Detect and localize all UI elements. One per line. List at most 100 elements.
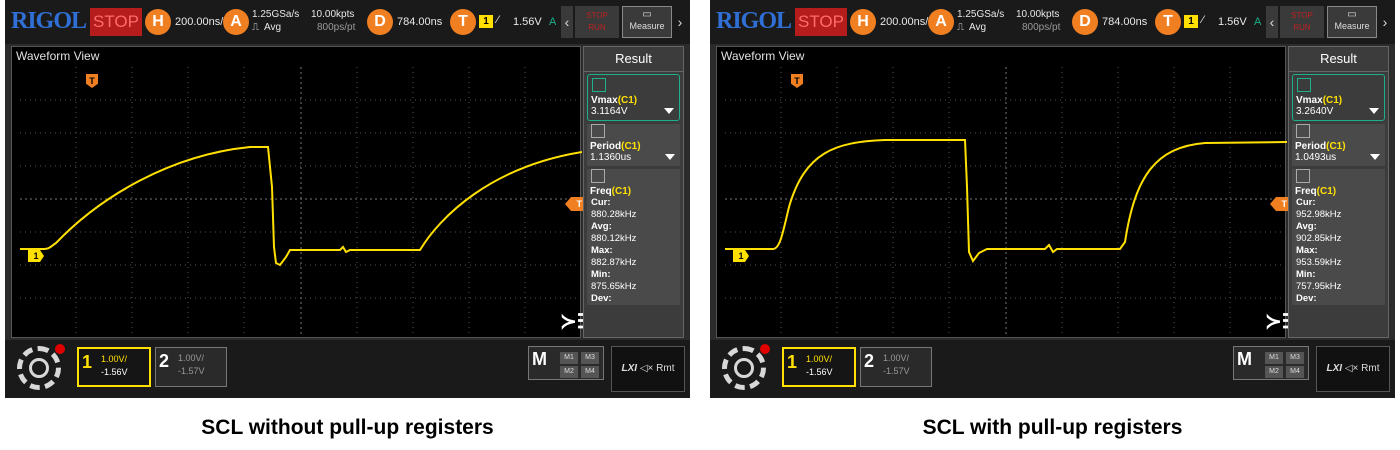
chevron-down-icon[interactable]	[1369, 108, 1379, 114]
timebase-value[interactable]: 200.00ns/	[175, 16, 223, 28]
math-m3[interactable]: M3	[581, 352, 599, 364]
measurement-period[interactable]: Period(C1) 1.1360us	[587, 124, 680, 166]
math-m2[interactable]: M2	[1265, 366, 1283, 378]
math-m3[interactable]: M3	[1286, 352, 1304, 364]
trigger-level[interactable]: 1.56V	[513, 16, 542, 28]
freq-dev-label: Dev:	[591, 293, 612, 304]
bottom-channel-bar: 1 1.00V/ -1.56V 2 1.00V/ -1.57V M M1 M3 …	[710, 340, 1395, 398]
trigger-mode: A	[549, 16, 557, 28]
run-status-badge[interactable]: STOP	[90, 8, 142, 36]
run-status-badge[interactable]: STOP	[795, 8, 847, 36]
math-m1[interactable]: M1	[560, 352, 578, 364]
lxi-status-button[interactable]: LXI ◁× Rmt	[1316, 346, 1390, 392]
trigger-icon[interactable]: T	[1155, 9, 1181, 35]
run-stop-button[interactable]: STOP RUN	[1280, 6, 1324, 38]
remote-label: Rmt	[656, 363, 675, 374]
freq-cur-label: Cur:	[1296, 197, 1316, 208]
lxi-status-button[interactable]: LXI ◁× Rmt	[611, 346, 685, 392]
math-m2[interactable]: M2	[560, 366, 578, 378]
chevron-right-icon[interactable]: ›	[674, 6, 686, 38]
delay-icon[interactable]: D	[1072, 9, 1098, 35]
chevron-left-icon[interactable]: ‹	[561, 6, 573, 38]
chevron-down-icon[interactable]	[1370, 154, 1380, 160]
mute-indicator: ×	[1352, 363, 1359, 374]
caption-left: SCL without pull-up registers	[201, 416, 494, 439]
math-m4[interactable]: M4	[1286, 366, 1304, 378]
math-m1[interactable]: M1	[1265, 352, 1283, 364]
freq-max-value: 882.87kHz	[591, 257, 637, 268]
waveform-plot	[20, 67, 582, 337]
ch1-offset: -1.56V	[101, 367, 128, 377]
channel-2-button[interactable]: 2 1.00V/ -1.57V	[860, 347, 932, 387]
freq-dev-label: Dev:	[1296, 293, 1317, 304]
freq-avg-label: Avg:	[1296, 221, 1317, 232]
channel-1-button[interactable]: 1 1.00V/ -1.56V	[782, 347, 856, 387]
result-panel: Result Vmax(C1) 3.1164V Period(C1) 1.136…	[583, 46, 684, 338]
channel-1-button[interactable]: 1 1.00V/ -1.56V	[77, 347, 151, 387]
math-button[interactable]: M M1 M3 M2 M4	[1233, 346, 1309, 380]
math-button[interactable]: M M1 M3 M2 M4	[528, 346, 604, 380]
trigger-source-badge: 1	[1184, 15, 1198, 28]
freq-min-value: 757.95kHz	[1296, 281, 1342, 292]
chevron-down-icon[interactable]	[665, 154, 675, 160]
ch1-scale: 1.00V/	[101, 354, 128, 364]
ch2-number: 2	[864, 351, 875, 371]
speaker-icon: ◁	[639, 363, 648, 374]
freq-avg-label: Avg:	[591, 221, 612, 232]
delay-value[interactable]: 784.00ns	[1102, 16, 1147, 28]
freq-max-label: Max:	[1296, 245, 1318, 256]
channel-2-button[interactable]: 2 1.00V/ -1.57V	[155, 347, 227, 387]
trigger-level[interactable]: 1.56V	[1218, 16, 1247, 28]
sample-rate: 1.25GSa/s	[957, 9, 1005, 20]
ch1-offset: -1.56V	[806, 367, 833, 377]
oscilloscope-screen-right: RIGOL STOP H 200.00ns/ A 1.25GSa/s ⎍ Avg…	[710, 0, 1395, 398]
delay-value[interactable]: 784.00ns	[397, 16, 442, 28]
trigger-source-badge: 1	[479, 15, 493, 28]
waveform-view[interactable]: Waveform View T 1 T ≻☰	[716, 46, 1300, 338]
math-m4[interactable]: M4	[581, 366, 599, 378]
math-label: M	[1237, 349, 1252, 369]
measurement-freq[interactable]: Freq(C1) Cur: 952.98kHz Avg: 902.85kHz M…	[1292, 169, 1385, 305]
chevron-down-icon[interactable]	[664, 108, 674, 114]
measurement-period[interactable]: Period(C1) 1.0493us	[1292, 124, 1385, 166]
ruler-icon: ▭	[642, 9, 652, 20]
freq-avg-value: 902.85kHz	[1296, 233, 1342, 244]
measurement-freq[interactable]: Freq(C1) Cur: 880.28kHz Avg: 880.12kHz M…	[587, 169, 680, 305]
trigger-icon[interactable]: T	[450, 9, 476, 35]
freq-source: (C1)	[1316, 186, 1337, 197]
points-rate: 800ps/pt	[1022, 22, 1061, 33]
freq-cur-value: 880.28kHz	[591, 209, 637, 220]
vmax-label: Vmax	[1296, 95, 1323, 106]
measurement-vmax[interactable]: Vmax(C1) 3.1164V	[587, 74, 680, 121]
math-label: M	[532, 349, 547, 369]
timebase-value[interactable]: 200.00ns/	[880, 16, 928, 28]
freq-label: Freq	[590, 186, 612, 197]
lxi-logo: LXI	[621, 363, 638, 374]
vmax-source: (C1)	[1322, 95, 1343, 106]
vmax-label: Vmax	[591, 95, 618, 106]
acquire-icon[interactable]: A	[223, 9, 249, 35]
ch1-number: 1	[82, 352, 93, 372]
measurement-vmax[interactable]: Vmax(C1) 3.2640V	[1292, 74, 1385, 121]
horizontal-icon[interactable]: H	[850, 9, 876, 35]
waveform-view-title: Waveform View	[721, 49, 805, 63]
measure-button[interactable]: ▭ Measure	[622, 6, 672, 38]
run-stop-button[interactable]: STOP RUN	[575, 6, 619, 38]
measurement-icon	[1296, 124, 1310, 138]
acquire-icon[interactable]: A	[928, 9, 954, 35]
chevron-left-icon[interactable]: ‹	[1266, 6, 1278, 38]
gear-hub-icon	[734, 358, 754, 378]
delay-icon[interactable]: D	[367, 9, 393, 35]
freq-min-label: Min:	[1296, 269, 1316, 280]
vmax-source: (C1)	[617, 95, 638, 106]
horizontal-icon[interactable]: H	[145, 9, 171, 35]
freq-max-label: Max:	[591, 245, 613, 256]
rising-edge-icon: ⁄	[497, 14, 499, 26]
chevron-right-icon[interactable]: ›	[1379, 6, 1391, 38]
measure-button[interactable]: ▭ Measure	[1327, 6, 1377, 38]
measurement-icon	[591, 169, 605, 183]
freq-min-label: Min:	[591, 269, 611, 280]
waveform-view[interactable]: Waveform View T 1 T ≻☰	[11, 46, 595, 338]
ch2-offset: -1.57V	[178, 366, 205, 376]
freq-cur-value: 952.98kHz	[1296, 209, 1342, 220]
